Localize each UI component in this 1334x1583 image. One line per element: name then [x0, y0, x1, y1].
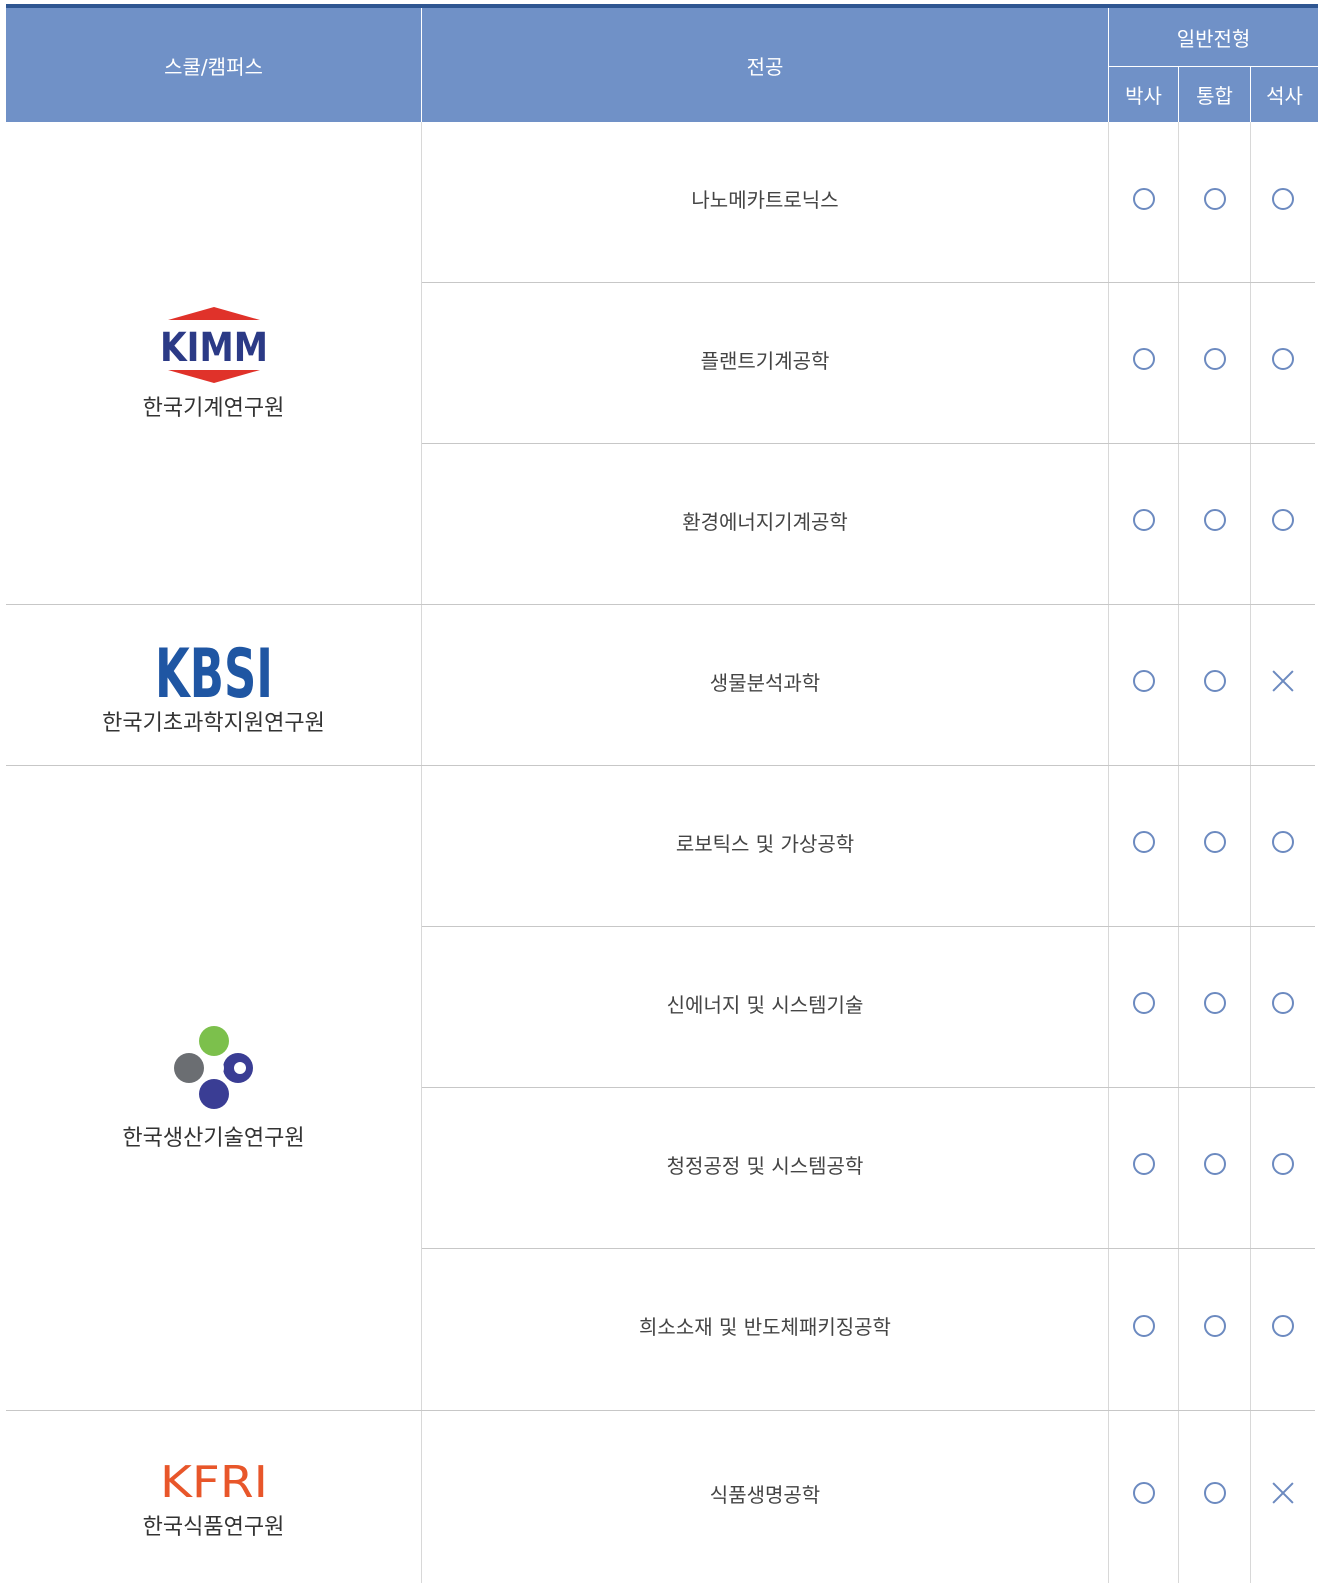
available-mark	[1251, 927, 1315, 1079]
circle-icon	[1132, 1153, 1155, 1175]
school-name: 한국식품연구원	[142, 1515, 285, 1540]
available-mark	[1179, 283, 1250, 435]
major-cell: 환경에너지기계공학	[682, 509, 848, 534]
school-name: 한국기계연구원	[142, 395, 285, 421]
circle-icon	[1203, 670, 1226, 692]
available-mark	[1179, 766, 1250, 918]
available-mark	[1109, 1249, 1178, 1402]
major-cell: 로보틱스 및 가상공학	[675, 831, 855, 856]
available-mark	[1109, 927, 1178, 1079]
unavailable-mark	[1251, 1411, 1315, 1575]
available-mark	[1251, 444, 1315, 596]
circle-icon	[1203, 1153, 1226, 1175]
circle-icon	[1132, 509, 1155, 531]
circle-icon	[1203, 831, 1226, 853]
available-mark	[1109, 123, 1178, 274]
available-mark	[1179, 1088, 1250, 1240]
table-header: 스쿨/캠퍼스 전공 일반전형 박사 통합 석사	[6, 8, 1318, 122]
major-cell: 나노메카트로닉스	[691, 188, 839, 212]
circle-icon	[1132, 348, 1155, 370]
circle-icon	[1203, 348, 1226, 370]
available-mark	[1109, 283, 1178, 435]
available-mark	[1109, 1088, 1178, 1240]
available-mark	[1109, 1411, 1178, 1575]
available-mark	[1251, 123, 1315, 274]
circle-icon	[1132, 992, 1155, 1014]
available-mark	[1179, 1249, 1250, 1402]
school-kfri: KFRI 한국식품연구원	[6, 1411, 421, 1583]
available-mark	[1179, 1411, 1250, 1575]
kfri-logo-text: KFRI	[160, 1457, 268, 1503]
circle-icon	[1203, 992, 1226, 1014]
unavailable-mark	[1251, 605, 1315, 757]
school-name: 한국기초과학지원연구원	[102, 711, 325, 736]
available-mark	[1109, 444, 1178, 596]
x-icon	[1271, 1481, 1295, 1505]
circle-icon	[1132, 187, 1155, 210]
major-cell: 플랜트기계공학	[700, 348, 830, 373]
school-name: 한국생산기술연구원	[122, 1126, 305, 1151]
circle-icon	[1272, 1314, 1294, 1337]
available-mark	[1179, 444, 1250, 596]
header-integrated: 통합	[1196, 84, 1233, 108]
circle-icon	[1272, 509, 1294, 531]
circle-icon	[1132, 670, 1155, 692]
circle-icon	[1272, 348, 1294, 370]
circle-icon	[1132, 1314, 1155, 1337]
circle-icon	[1203, 1482, 1226, 1504]
school-kimm: KIMM 한국기계연구원	[6, 123, 421, 604]
circle-icon	[1272, 992, 1294, 1014]
kbsi-logo-text: KBSI	[155, 635, 273, 699]
circle-icon	[1272, 831, 1294, 853]
circle-icon	[1203, 1314, 1226, 1337]
header-phd: 박사	[1125, 84, 1162, 108]
available-mark	[1179, 605, 1250, 757]
major-cell: 희소소재 및 반도체패키징공학	[639, 1315, 891, 1339]
circle-icon	[1132, 1482, 1155, 1504]
circle-icon	[1272, 187, 1294, 210]
header-masters: 석사	[1266, 84, 1303, 108]
major-cell: 청정공정 및 시스템공학	[666, 1153, 864, 1178]
school-kitech: 한국생산기술연구원	[6, 766, 421, 1410]
header-general-admission: 일반전형	[1176, 26, 1251, 51]
header-school: 스쿨/캠퍼스	[164, 54, 263, 79]
major-cell: 신에너지 및 시스템기술	[666, 992, 864, 1017]
circle-icon	[1132, 831, 1155, 853]
circle-icon	[1203, 187, 1226, 210]
available-mark	[1179, 123, 1250, 274]
available-mark	[1251, 283, 1315, 435]
available-mark	[1251, 766, 1315, 918]
kfri-logo: KFRI	[160, 1457, 268, 1503]
kitech-logo	[173, 1026, 253, 1109]
header-major: 전공	[746, 54, 784, 79]
school-kbsi: KBSI 한국기초과학지원연구원	[6, 605, 421, 765]
circle-icon	[1272, 1153, 1294, 1175]
x-icon	[1271, 669, 1295, 693]
kbsi-logo: KBSI	[155, 635, 273, 699]
major-cell: 식품생명공학	[709, 1482, 821, 1507]
major-cell: 생물분석과학	[709, 670, 821, 695]
kimm-logo-text: KIMM	[160, 325, 268, 371]
available-mark	[1109, 766, 1178, 918]
available-mark	[1251, 1249, 1315, 1402]
available-mark	[1179, 927, 1250, 1079]
available-mark	[1251, 1088, 1315, 1240]
circle-icon	[1203, 509, 1226, 531]
available-mark	[1109, 605, 1178, 757]
kimm-logo: KIMM	[160, 306, 268, 383]
